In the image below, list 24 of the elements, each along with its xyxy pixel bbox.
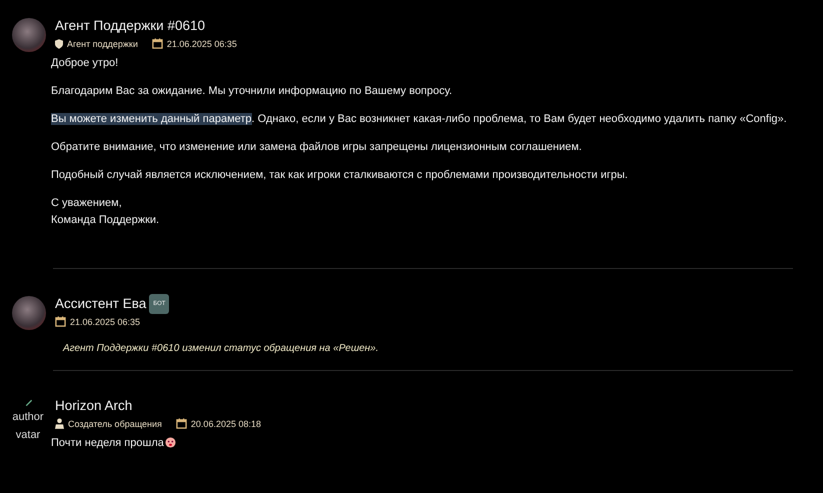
author-name: Агент Поддержки #0610 bbox=[55, 17, 205, 35]
message-paragraph: Доброе утро! bbox=[51, 56, 120, 71]
status-change-message: Агент Поддержки #0610 изменил статус обращения на «Решен». bbox=[63, 343, 380, 354]
role-label: Агент поддержки bbox=[67, 38, 138, 48]
avatar-photo bbox=[12, 296, 46, 330]
message-paragraph: Вы можете изменить данный параметр. Однако, если у Вас возникнет какая-либо проблема, то Вам будет необходимо удалить папку «Config». bbox=[51, 112, 788, 127]
message-paragraph: Благодарим Вас за ожидание. Мы уточнили информацию по Вашему вопросу. bbox=[51, 84, 454, 99]
calendar-icon bbox=[176, 418, 187, 429]
post-date: 21.06.2025 06:35 bbox=[70, 316, 140, 326]
role-label: Создатель обращения bbox=[68, 418, 162, 428]
message-paragraph: С уважением, Команда Поддержки. bbox=[51, 196, 160, 228]
calendar-icon bbox=[55, 316, 66, 327]
post-date: 21.06.2025 06:35 bbox=[166, 38, 237, 48]
message-paragraph: Подобный случай является исключением, так как игроки сталкиваются с проблемами производительности игры. bbox=[51, 168, 629, 183]
post-date: 20.06.2025 08:18 bbox=[190, 418, 261, 428]
person-icon bbox=[55, 418, 64, 429]
author-name: Horizon Arch bbox=[55, 397, 132, 415]
shield-icon bbox=[55, 38, 63, 48]
avatar-photo bbox=[12, 18, 46, 52]
message-paragraph: Обратите внимание, что изменение или замена файлов игры запрещены лицензионным соглашением. bbox=[51, 140, 583, 155]
message-paragraph: Почти неделя прошла bbox=[51, 435, 793, 452]
author-name: Ассистент Ева bbox=[55, 295, 146, 313]
broken-avatar-image: author vatar bbox=[8, 398, 48, 444]
calendar-icon bbox=[152, 38, 163, 49]
